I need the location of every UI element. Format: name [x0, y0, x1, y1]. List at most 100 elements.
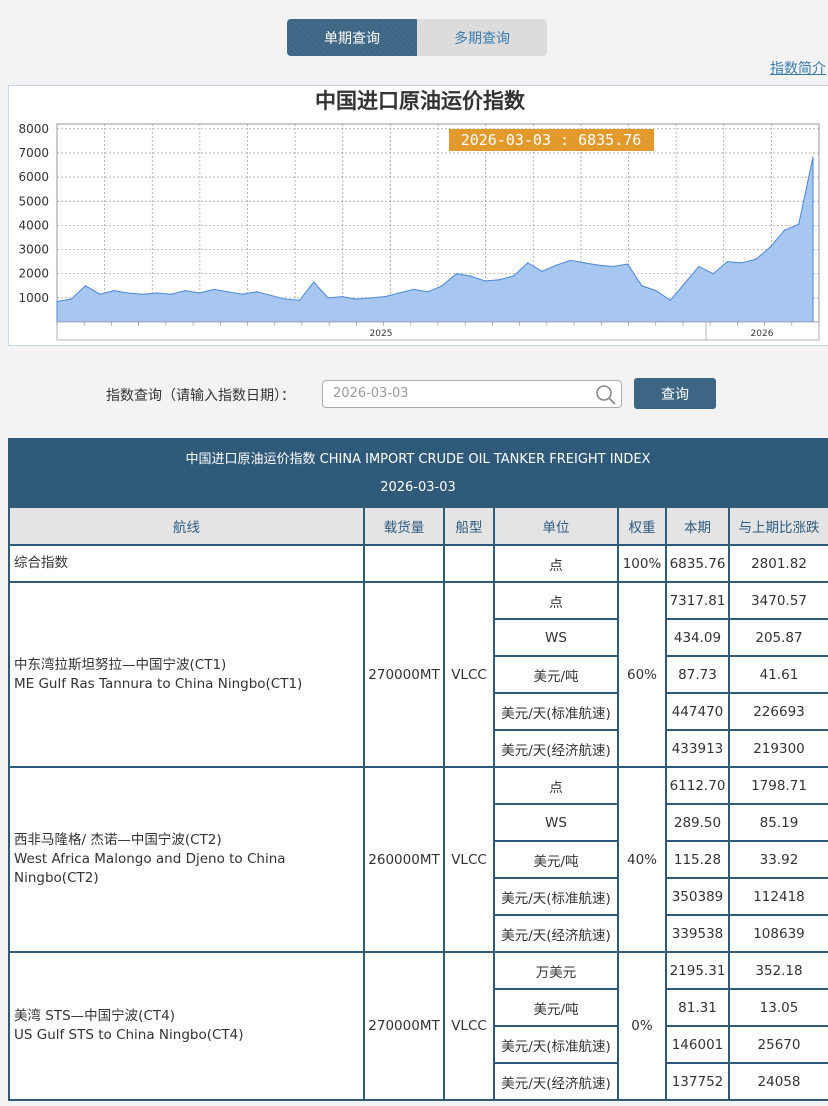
data-point [355, 298, 358, 300]
header-current: 本期 [665, 506, 730, 546]
data-point [327, 297, 329, 299]
change-cell: 108639 [728, 914, 828, 953]
route-cn: 中东湾拉斯坦努拉—中国宁波(CT1) [14, 656, 227, 673]
change-cell: 41.61 [728, 655, 828, 694]
change-cell: 112418 [728, 877, 828, 916]
data-point [726, 261, 729, 263]
ship-cell [443, 544, 495, 583]
data-point [213, 288, 215, 291]
data-point [141, 293, 144, 295]
data-point [413, 288, 415, 291]
route-cn: 美湾 STS—中国宁波(CT4) [14, 1008, 175, 1024]
table-header-banner: 中国进口原油运价指数 CHINA IMPORT CRUDE OIL TANKER… [8, 438, 828, 506]
current-cell: 433913 [665, 729, 730, 768]
y-tick-label: 3000 [18, 243, 49, 257]
date-input-value: 2026-03-03 [333, 386, 409, 401]
freight-index-table: 中国进口原油运价指数 CHINA IMPORT CRUDE OIL TANKER… [8, 438, 828, 1101]
change-cell: 219300 [728, 729, 828, 768]
current-cell: 7317.81 [665, 581, 730, 620]
tab-single-period[interactable]: 单期查询 [287, 19, 417, 56]
current-cell: 115.28 [665, 840, 730, 879]
data-point [641, 285, 643, 287]
ship-cell: VLCC [443, 581, 495, 768]
query-label: 指数查询（请输入指数日期）： [106, 388, 295, 404]
cargo-cell [363, 544, 445, 583]
tab-multi-period[interactable]: 多期查询 [417, 19, 547, 56]
data-point [655, 290, 657, 292]
y-tick-label: 5000 [18, 194, 49, 208]
data-point [341, 296, 343, 298]
weight-cell: 60% [617, 581, 667, 768]
header-route: 航线 [8, 506, 365, 546]
data-point [512, 275, 515, 277]
current-cell: 6112.70 [665, 766, 730, 805]
unit-cell: 万美元 [493, 951, 619, 990]
unit-cell: WS [493, 803, 619, 842]
current-cell: 2195.31 [665, 951, 730, 990]
unit-cell: 点 [493, 581, 619, 620]
unit-cell: 美元/吨 [493, 988, 619, 1027]
data-point [284, 298, 286, 300]
unit-cell: 点 [493, 544, 619, 583]
table-row: 综合指数 点 100% 6835.76 2801.82 [8, 544, 828, 583]
change-cell: 85.19 [728, 803, 828, 842]
query-button[interactable]: 查询 [634, 378, 716, 409]
data-point [470, 275, 472, 277]
data-point [256, 291, 258, 293]
data-point [498, 279, 500, 281]
data-point [427, 291, 429, 293]
data-point [455, 273, 457, 275]
change-cell: 205.87 [728, 618, 828, 657]
cargo-cell: 260000MT [363, 766, 445, 953]
index-table: 航线 载货量 船型 单位 权重 本期 与上期比涨跌 综合指数 点 100% 68… [8, 506, 828, 1101]
current-cell: 6835.76 [665, 544, 730, 583]
data-point [584, 262, 586, 264]
header-cargo: 载货量 [363, 506, 445, 546]
change-cell: 24058 [728, 1062, 828, 1101]
search-icon[interactable] [595, 384, 617, 406]
data-point [541, 270, 543, 272]
y-tick-label: 7000 [18, 146, 49, 160]
route-cell: 西非马隆格/ 杰诺—中国宁波(CT2) West Africa Malongo … [8, 766, 365, 953]
route-cell: 美湾 STS—中国宁波(CT4) US Gulf STS to China Ni… [8, 951, 365, 1101]
data-point [598, 264, 600, 266]
chart-svg: 中国进口原油运价指数 1000 2000 3000 4000 5000 6000 7000 80… [18, 88, 820, 341]
x-tick-label: 2025 [370, 329, 393, 339]
data-point [156, 292, 158, 294]
header-weight: 权重 [617, 506, 667, 546]
header-change: 与上期比涨跌 [728, 506, 828, 546]
current-cell: 146001 [665, 1025, 730, 1064]
data-point [741, 262, 743, 264]
x-tick-label: 2026 [751, 329, 774, 339]
ship-cell: VLCC [443, 951, 495, 1101]
date-input[interactable]: 2026-03-03 [322, 380, 622, 408]
data-point [298, 299, 301, 301]
table-date: 2026-03-03 [380, 480, 456, 495]
change-cell: 352.18 [728, 951, 828, 990]
data-point [99, 293, 101, 295]
change-cell: 226693 [728, 692, 828, 731]
data-point [612, 265, 614, 268]
data-point [798, 223, 800, 225]
ship-cell: VLCC [443, 766, 495, 953]
index-intro-link[interactable]: 指数简介 [770, 58, 826, 78]
change-cell: 3470.57 [728, 581, 828, 620]
y-tick-label: 1000 [18, 291, 49, 305]
data-point [398, 292, 400, 294]
weight-cell: 100% [617, 544, 667, 583]
data-point [370, 297, 372, 299]
current-cell: 87.73 [665, 655, 730, 694]
unit-cell: 美元/天(经济航速) [493, 914, 619, 953]
data-point [626, 263, 629, 265]
data-point [127, 292, 129, 294]
route-cell: 中东湾拉斯坦努拉—中国宁波(CT1) ME Gulf Ras Tannura t… [8, 581, 365, 768]
data-point [755, 258, 757, 260]
current-cell: 350389 [665, 877, 730, 916]
route-en: US Gulf STS to China Ningbo(CT4) [14, 1027, 244, 1043]
data-point [313, 281, 315, 283]
data-point [569, 259, 572, 262]
data-point [56, 300, 58, 303]
unit-cell: 美元/吨 [493, 655, 619, 694]
data-point [441, 285, 443, 287]
cargo-cell: 270000MT [363, 581, 445, 768]
